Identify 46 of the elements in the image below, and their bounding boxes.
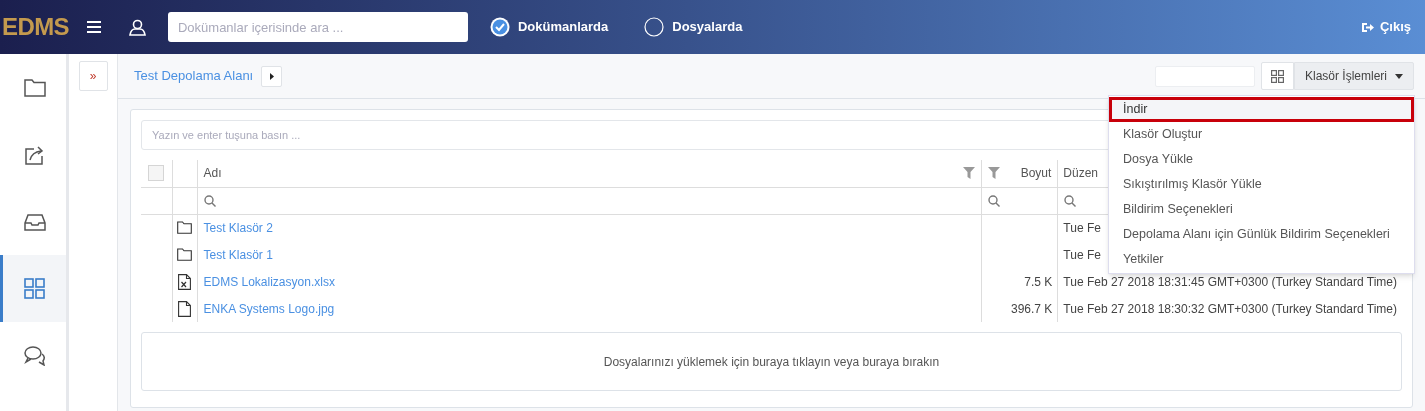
menu-item[interactable]: Yetkiler (1109, 247, 1414, 272)
menu-icon[interactable] (86, 21, 101, 33)
grid-icon (1270, 69, 1284, 83)
folder-icon (177, 221, 192, 235)
checkbox[interactable] (148, 165, 165, 182)
breadcrumb-button[interactable] (261, 65, 283, 87)
folder-icon (23, 77, 46, 98)
size-text: 396.7 K (1011, 301, 1053, 316)
menu-item[interactable]: İndir (1109, 97, 1414, 122)
expand-button[interactable]: » (78, 61, 108, 91)
date-text: Tue Feb 27 2018 18:30:32 GMT+0300 (Turkey Standard Time) (1063, 301, 1397, 316)
scope-radio[interactable]: Dokümanlarda (489, 17, 609, 37)
menu-item[interactable]: Sıkıştırılmış Klasör Yükle (1109, 172, 1414, 197)
excel-file-icon (178, 273, 191, 290)
grid-view-button[interactable] (1260, 62, 1294, 90)
menu-item[interactable]: Bildirim Seçenekleri (1109, 197, 1414, 222)
filter-icon[interactable] (988, 167, 1001, 180)
filter-icon[interactable] (963, 167, 976, 180)
size-text: 7.5 K (1024, 274, 1053, 289)
column-header[interactable]: Adı (203, 164, 222, 183)
inbox-icon (23, 211, 46, 232)
drop-zone[interactable]: Dosyalarınızı yüklemek için buraya tıklayın veya buraya bırakın (141, 332, 1402, 391)
date-text: Tue Fe (1063, 220, 1101, 235)
sidebar-item[interactable] (0, 255, 66, 322)
search-icon[interactable] (203, 194, 216, 207)
menu-item[interactable]: Dosya Yükle (1109, 147, 1414, 172)
caret-icon (269, 72, 274, 80)
date-text: Tue Fe (1063, 247, 1101, 262)
menu-item[interactable]: Depolama Alanı için Günlük Bildirim Seçenekleri (1109, 222, 1414, 247)
search-icon[interactable] (988, 194, 1001, 207)
search-icon[interactable] (1064, 194, 1077, 207)
chat-icon (23, 345, 46, 366)
folder-icon (177, 248, 192, 261)
scope-radio[interactable]: Dosyalarda (644, 17, 743, 37)
share-icon (23, 144, 46, 165)
logout-icon (1361, 21, 1374, 33)
column-header[interactable]: Düzen (1063, 166, 1099, 181)
caret-icon (1395, 73, 1403, 79)
date-text: Tue Feb 27 2018 18:31:45 GMT+0300 (Turkey Standard Time) (1063, 274, 1397, 289)
user-icon[interactable] (128, 18, 146, 36)
column-header[interactable]: Boyut (1020, 164, 1052, 183)
folder-actions-button[interactable]: Klasör İşlemleri (1293, 62, 1414, 90)
search-field[interactable]: Dokümanlar içerisinde ara ... (167, 12, 468, 42)
logo[interactable]: EDMS (0, 13, 73, 41)
grid-icon (23, 278, 46, 299)
file-icon (178, 300, 191, 317)
